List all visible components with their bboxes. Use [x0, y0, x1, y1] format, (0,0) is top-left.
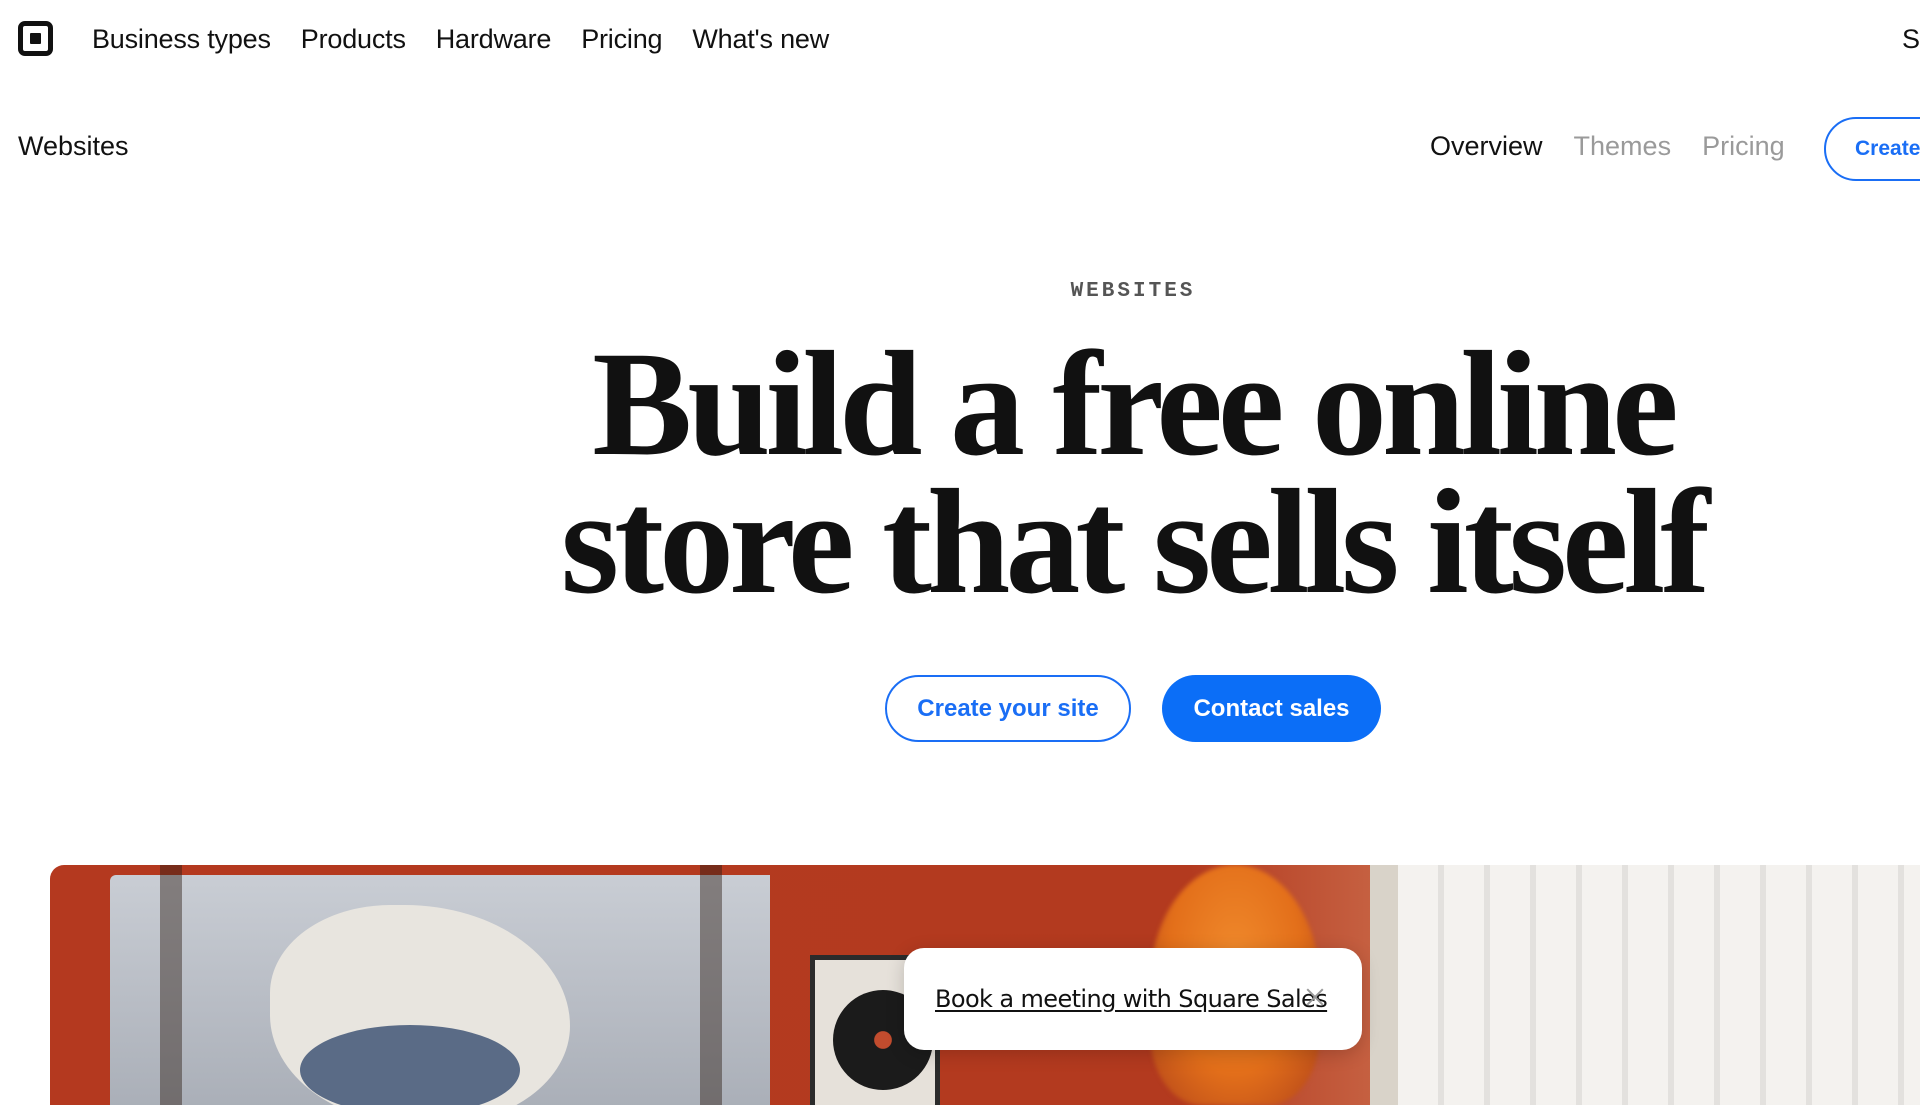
main-nav-links: Business types Products Hardware Pricing… — [92, 20, 829, 58]
nav-pricing[interactable]: Pricing — [581, 20, 662, 58]
close-icon[interactable] — [1304, 986, 1326, 1008]
nav-whats-new[interactable]: What's new — [692, 20, 829, 58]
nav-products[interactable]: Products — [301, 20, 406, 58]
nav-right-link-cut[interactable]: S — [1902, 20, 1920, 58]
hero-headline: Build a free online store that sells its… — [0, 321, 1920, 625]
tab-overview[interactable]: Overview — [1430, 128, 1543, 164]
nav-business-types[interactable]: Business types — [92, 20, 271, 58]
section-title[interactable]: Websites — [18, 128, 129, 164]
sales-toast: Book a meeting with Square Sales — [904, 948, 1362, 1050]
window — [1370, 865, 1920, 1105]
sub-tabs: Overview Themes Pricing — [1430, 128, 1785, 164]
headline-line-1: Build a free online — [592, 321, 1679, 487]
create-button[interactable]: Create — [1824, 117, 1920, 181]
hero-eyebrow: WEBSITES — [1070, 280, 1196, 303]
sub-navigation: Websites Overview Themes Pricing Create — [0, 110, 1920, 182]
contact-sales-button[interactable]: Contact sales — [1162, 675, 1381, 742]
wall-painting — [110, 875, 770, 1105]
book-meeting-link[interactable]: Book a meeting with Square Sales — [935, 985, 1328, 1013]
hero-cta-row: Create your site Contact sales — [885, 675, 1381, 742]
tab-pricing[interactable]: Pricing — [1702, 128, 1785, 164]
top-navigation: Business types Products Hardware Pricing… — [0, 0, 1920, 78]
headline-line-2: store that sells itself — [560, 459, 1710, 625]
square-logo-icon[interactable] — [18, 21, 53, 56]
nav-hardware[interactable]: Hardware — [436, 20, 552, 58]
tab-themes[interactable]: Themes — [1574, 128, 1672, 164]
create-your-site-button[interactable]: Create your site — [885, 675, 1131, 742]
